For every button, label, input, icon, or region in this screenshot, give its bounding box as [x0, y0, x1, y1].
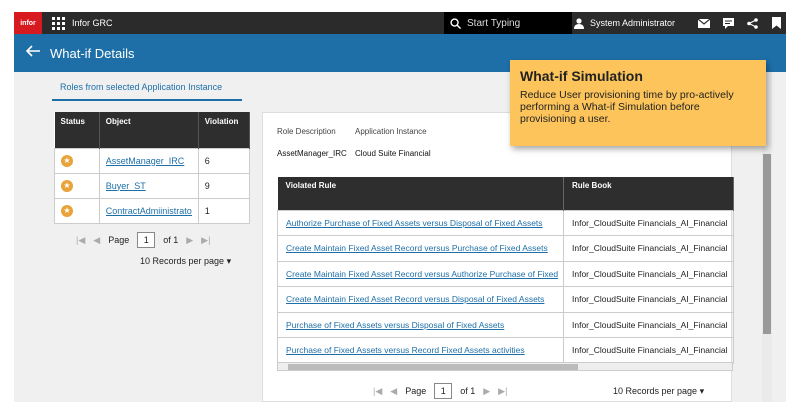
chat-icon[interactable] [722, 17, 734, 29]
violation-cell: 1 [197, 197, 251, 224]
detail-panel: Role Description Application Instance As… [262, 112, 734, 402]
callout-title: What-if Simulation [520, 68, 643, 84]
infor-logo[interactable]: infor [14, 12, 42, 34]
object-cell: ContractAdmiinistrator [98, 197, 199, 224]
table-row[interactable]: ★ Buyer_ST 9 [54, 172, 251, 199]
share-icon[interactable] [746, 17, 758, 29]
rules-records-per-page[interactable]: 10 Records per page ▾ [613, 386, 704, 397]
role-description-value: AssetManager_IRC [277, 149, 347, 158]
back-arrow-icon[interactable] [25, 44, 42, 62]
status-star-icon: ★ [61, 154, 73, 167]
application-instance-value: Cloud Suite Financial [355, 149, 431, 158]
application-instance-label: Application Instance [355, 127, 427, 136]
table-row[interactable]: Create Maintain Fixed Asset Record versu… [277, 235, 734, 262]
page-of-label: of 1 [460, 386, 476, 396]
rule-book-cell: Infor_CloudSuite Financials_AI_Financial [563, 235, 734, 262]
rule-link[interactable]: Purchase of Fixed Assets versus Disposal… [277, 311, 564, 338]
page-title: What-if Details [50, 45, 135, 61]
top-icons [698, 17, 782, 29]
rule-link[interactable]: Create Maintain Fixed Asset Record versu… [277, 260, 564, 287]
page-label: Page [405, 386, 427, 396]
rule-book-cell: Infor_CloudSuite Financials_AI_Financial [563, 311, 734, 338]
bookmark-icon[interactable] [770, 17, 782, 29]
page-label: Page [108, 235, 130, 245]
user-name: System Administrator [590, 18, 676, 28]
table-row[interactable]: ★ AssetManager_IRC 6 [54, 147, 251, 174]
table-row[interactable]: Purchase of Fixed Assets versus Record F… [277, 337, 734, 364]
col-violated-rule[interactable]: Violated Rule [277, 177, 564, 210]
search-placeholder: Start Typing [467, 17, 521, 29]
table-row[interactable]: Purchase of Fixed Assets versus Disposal… [277, 311, 734, 338]
rule-link[interactable]: Authorize Purchase of Fixed Assets versu… [277, 209, 564, 236]
first-page-icon[interactable]: |◀ [76, 235, 85, 246]
what-if-callout: What-if Simulation Reduce User provision… [510, 60, 766, 146]
user-icon [574, 17, 584, 29]
callout-body: Reduce User provisioning time by pro-act… [520, 89, 734, 125]
mail-icon[interactable] [698, 17, 710, 29]
rules-pager: |◀ ◀ Page 1 of 1 ▶ ▶| [373, 383, 507, 399]
table-row[interactable]: ★ ContractAdmiinistrator 1 [54, 197, 251, 224]
status-cell: ★ [54, 172, 100, 199]
roles-records-per-page[interactable]: 10 Records per page ▾ [140, 256, 231, 267]
prev-page-icon[interactable]: ◀ [93, 235, 100, 246]
rule-book-cell: Infor_CloudSuite Financials_AI_Financial [563, 209, 734, 236]
rule-link[interactable]: Create Maintain Fixed Asset Record versu… [277, 286, 564, 313]
rule-link[interactable]: Purchase of Fixed Assets versus Record F… [277, 337, 564, 364]
horizontal-scrollbar[interactable] [277, 362, 733, 371]
col-rule-book[interactable]: Rule Book [563, 177, 734, 210]
roles-table: Status Object Violation ★ AssetManager_I… [54, 112, 251, 224]
scroll-thumb[interactable] [763, 154, 771, 334]
top-bar: infor Infor GRC Start Typing System Admi… [14, 12, 786, 34]
col-violation[interactable]: Violation [198, 112, 251, 148]
rule-link[interactable]: Create Maintain Fixed Asset Record versu… [277, 235, 564, 262]
next-page-icon[interactable]: ▶ [186, 235, 193, 246]
rule-book-cell: Infor_CloudSuite Financials_AI_Financial [563, 286, 734, 313]
prev-page-icon[interactable]: ◀ [390, 386, 397, 397]
rule-book-cell: Infor_CloudSuite Financials_AI_Financial [563, 337, 734, 364]
tab-underline [52, 99, 242, 101]
status-cell: ★ [54, 197, 100, 224]
object-link[interactable]: ContractAdmiinistrator [106, 206, 192, 216]
role-description-label: Role Description [277, 127, 336, 136]
rule-book-cell: Infor_CloudSuite Financials_AI_Financial [563, 260, 734, 287]
records-label: 10 Records per page [140, 256, 225, 266]
scroll-thumb[interactable] [288, 364, 578, 370]
col-status[interactable]: Status [54, 112, 100, 148]
object-link[interactable]: Buyer_ST [106, 181, 192, 191]
object-cell: Buyer_ST [98, 172, 199, 199]
table-row[interactable]: Create Maintain Fixed Asset Record versu… [277, 260, 734, 287]
page-number-input[interactable]: 1 [137, 232, 156, 248]
records-label: 10 Records per page [613, 386, 698, 396]
app-title: Infor GRC [72, 18, 113, 28]
roles-pager: |◀ ◀ Page 1 of 1 ▶ ▶| [76, 232, 210, 248]
violation-cell: 9 [197, 172, 251, 199]
violated-rules-table: Violated Rule Rule Book Authorize Purcha… [277, 177, 734, 364]
search-icon [450, 17, 461, 29]
status-star-icon: ★ [61, 179, 73, 192]
user-menu[interactable]: System Administrator [574, 17, 676, 29]
app-grid-icon[interactable] [52, 16, 66, 30]
violation-cell: 6 [197, 147, 251, 174]
chevron-down-icon: ▾ [699, 386, 705, 396]
chevron-down-icon: ▾ [226, 256, 232, 266]
col-object[interactable]: Object [99, 112, 199, 148]
table-row[interactable]: Authorize Purchase of Fixed Assets versu… [277, 209, 734, 236]
next-page-icon[interactable]: ▶ [483, 386, 490, 397]
page-number-input[interactable]: 1 [434, 383, 453, 399]
object-link[interactable]: AssetManager_IRC [106, 156, 192, 166]
table-row[interactable]: Create Maintain Fixed Asset Record versu… [277, 286, 734, 313]
search-input[interactable]: Start Typing [444, 12, 572, 34]
first-page-icon[interactable]: |◀ [373, 386, 382, 397]
tab-roles[interactable]: Roles from selected Application Instance [60, 82, 222, 92]
object-cell: AssetManager_IRC [98, 147, 199, 174]
status-star-icon: ★ [61, 204, 73, 217]
last-page-icon[interactable]: ▶| [498, 386, 507, 397]
last-page-icon[interactable]: ▶| [201, 235, 210, 246]
page-of-label: of 1 [163, 235, 179, 245]
status-cell: ★ [54, 147, 100, 174]
